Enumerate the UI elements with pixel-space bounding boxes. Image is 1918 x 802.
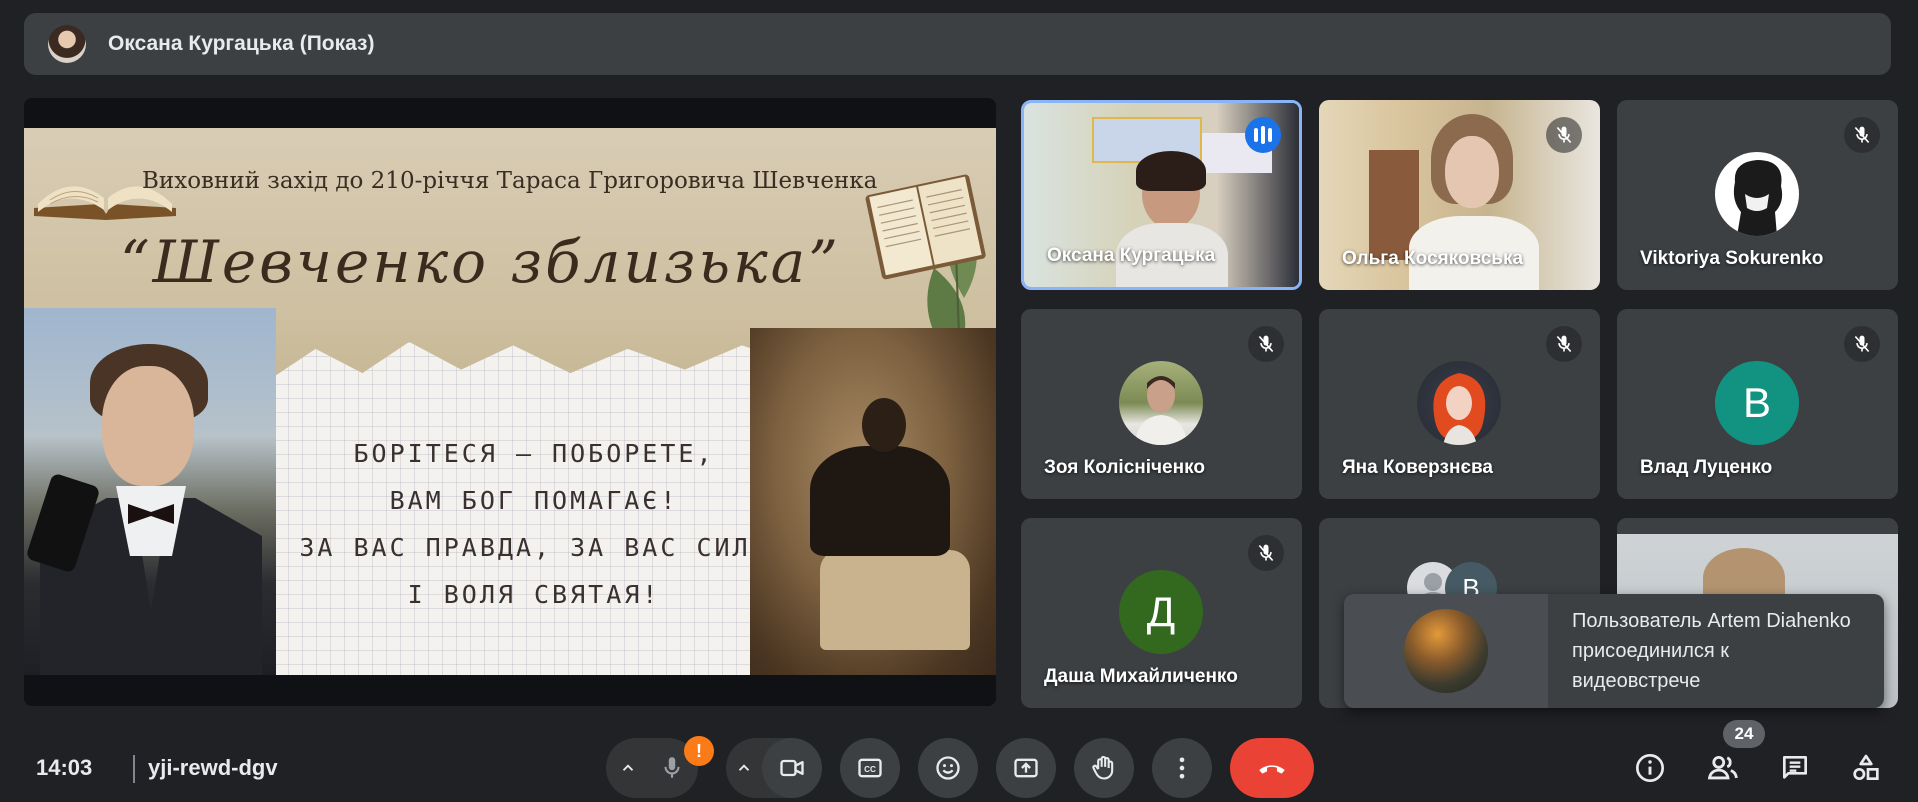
participant-name: Зоя Колісніченко [1044,457,1205,478]
participant-tile[interactable]: Д Даша Михайличенко [1021,518,1302,708]
presentation-slide: Виховний захід до 210-річчя Тараса Григо… [24,128,996,675]
mic-off-icon [1546,326,1582,362]
emoji-button[interactable] [918,738,978,798]
quote-line: За вас правда, за вас сила [299,533,769,562]
activities-button[interactable] [1846,748,1886,788]
presenter-avatar [48,25,86,63]
chat-icon [1783,756,1807,779]
participant-tile[interactable]: Оксана Кургацька [1021,100,1302,290]
chat-button[interactable] [1775,748,1815,788]
meeting-code: yji-rewd-dgv [148,755,278,780]
activities-icon [1853,754,1879,780]
present-button[interactable] [996,738,1056,798]
participant-tile[interactable]: В Влад Луценко [1617,309,1898,499]
chevron-up-icon[interactable] [728,752,760,784]
people-icon [1707,755,1738,780]
portrait-photo-modern [24,308,276,675]
presenter-bar: Оксана Кургацька (Показ) [24,13,1891,75]
mic-off-icon [1248,326,1284,362]
presenter-title: Оксана Кургацька (Показ) [108,32,375,55]
videocam-icon [780,759,804,777]
more-vert-icon [1179,757,1185,779]
closed-caption-icon: CC [858,758,882,778]
meeting-info-button[interactable] [1630,748,1670,788]
mic-off-icon [1248,535,1284,571]
participant-tile[interactable]: Зоя Колісніченко [1021,309,1302,499]
join-notification[interactable]: Пользователь Artem Diahenko присоединилс… [1344,594,1884,708]
svg-text:CC: CC [864,765,876,774]
participant-avatar [1119,361,1203,445]
slide-title: “Шевченко зблизька” [120,228,841,296]
participant-avatar [1417,361,1501,445]
participant-name: Оксана Кургацька [1047,245,1216,266]
participant-avatar: Д [1119,570,1203,654]
people-count-badge: 24 [1723,720,1765,748]
shared-screen[interactable]: Виховний захід до 210-річчя Тараса Григо… [24,98,996,706]
slide-subtitle: Виховний захід до 210-річчя Тараса Григо… [142,168,878,194]
participant-name: Яна Коверзнєва [1342,457,1493,478]
divider [133,755,135,783]
portrait-photo-historic [750,328,996,675]
mic-off-icon [1844,117,1880,153]
emoji-icon [936,756,960,780]
avatar-initial: В [1742,379,1771,426]
captions-button[interactable]: CC [840,738,900,798]
mic-off-icon [1844,326,1880,362]
participant-name: Ольга Косяковська [1342,248,1524,269]
raise-hand-button[interactable] [1074,738,1134,798]
participant-name: Даша Михайличенко [1044,666,1238,687]
avatar-initial: Д [1146,588,1176,635]
raise-hand-icon [1092,755,1114,780]
slide-quote: Борітеся — поборете, вам Бог помагає! За… [274,430,794,618]
mic-off-icon [1546,117,1582,153]
participant-tile[interactable]: Viktoriya Sokurenko [1617,100,1898,290]
call-end-icon [1259,765,1285,774]
camera-button[interactable] [762,738,822,798]
mic-off-icon [664,757,680,778]
notification-text: Пользователь Artem Diahenko присоединилс… [1572,610,1851,692]
info-icon [1636,754,1664,782]
quote-line: Борітеся — поборете, [353,439,715,468]
mic-warning-badge: ! [684,736,714,766]
quote-line: вам Бог помагає! [389,486,679,515]
meeting-time: 14:03 [36,755,93,780]
participant-name: Влад Луценко [1640,457,1773,478]
leave-call-button[interactable] [1230,738,1314,798]
participant-tile[interactable]: Яна Коверзнєва [1319,309,1600,499]
participant-tile[interactable]: Ольга Косяковська [1319,100,1600,290]
participant-avatar [1715,152,1799,236]
participant-name: Viktoriya Sokurenko [1640,248,1824,269]
people-button[interactable] [1703,748,1743,788]
present-screen-icon [1014,758,1038,778]
participant-avatar [1404,609,1488,693]
participant-avatar: В [1715,361,1799,445]
speaking-indicator [1245,117,1281,153]
quote-line: і воля святая! [407,580,661,609]
chevron-up-icon[interactable] [612,752,644,784]
more-options-button[interactable] [1152,738,1212,798]
